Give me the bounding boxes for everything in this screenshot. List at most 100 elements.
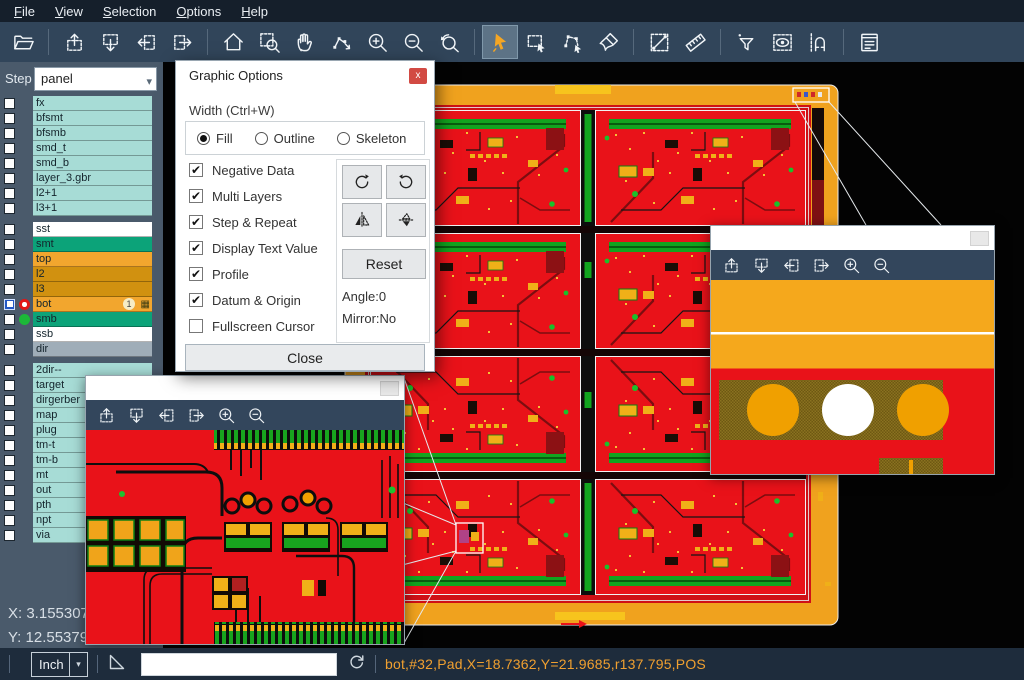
radio-fill[interactable]: Fill [197,131,233,146]
popup-zoom-view[interactable] [711,280,994,474]
command-input[interactable] [141,653,337,676]
layer-ssb[interactable]: ssb [33,327,152,342]
popup-button-zoom-out[interactable] [247,406,266,425]
layer-visibility-checkbox[interactable] [4,314,15,325]
popup-button-move-down[interactable] [752,256,771,275]
popup-button-zoom-out[interactable] [872,256,891,275]
refresh-icon[interactable] [347,652,366,676]
toolbar-button-snap[interactable] [801,26,835,58]
layer-visibility-checkbox[interactable] [4,515,15,526]
popup-button-move-down[interactable] [127,406,146,425]
radio-outline[interactable]: Outline [255,131,315,146]
layer-l3+1[interactable]: l3+1 [33,201,152,216]
layer-layer_3.gbr[interactable]: layer_3.gbr [33,171,152,186]
close-icon[interactable]: x [409,68,427,84]
layer-visibility-checkbox[interactable] [4,380,15,391]
layer-smb[interactable]: smb [33,312,152,327]
layer-visibility-checkbox[interactable] [4,344,15,355]
layer-visibility-checkbox[interactable] [4,365,15,376]
layer-top[interactable]: top [33,252,152,267]
popup-button-move-up[interactable] [722,256,741,275]
layer-visibility-checkbox[interactable] [4,113,15,124]
checkbox-display-text-value[interactable]: ✔Display Text Value [189,235,318,261]
toolbar-button-zoom-previous[interactable] [432,26,466,58]
layer-visibility-checkbox[interactable] [4,203,15,214]
toolbar-button-node-select[interactable] [555,26,589,58]
layer-visibility-checkbox[interactable] [4,143,15,154]
popup-menu-button[interactable] [380,381,399,396]
menu-options[interactable]: Options [166,3,231,20]
layer-l3[interactable]: l3 [33,282,152,297]
popup-button-move-right[interactable] [187,406,206,425]
toolbar-button-zoom-out[interactable] [396,26,430,58]
toolbar-button-select-cursor[interactable] [483,26,517,58]
toolbar-button-brush[interactable] [591,26,625,58]
layer-bfsmb[interactable]: bfsmb [33,126,152,141]
toolbar-button-rect-select[interactable] [519,26,553,58]
checkbox-icon[interactable]: ✔ [189,189,203,203]
layer-smd_t[interactable]: smd_t [33,141,152,156]
layer-visibility-checkbox[interactable] [4,470,15,481]
layer-visibility-checkbox[interactable] [4,485,15,496]
layer-visibility-checkbox[interactable] [4,128,15,139]
popup-title-bar[interactable] [86,376,404,400]
popup-title-bar[interactable] [711,226,994,250]
popup-button-move-left[interactable] [157,406,176,425]
layer-visibility-checkbox[interactable] [4,329,15,340]
layer-visibility-checkbox[interactable] [4,173,15,184]
toolbar-button-measure-distance[interactable] [642,26,676,58]
layer-l2+1[interactable]: l2+1 [33,186,152,201]
menu-help[interactable]: Help [231,3,278,20]
layer-bot[interactable]: bot1▦ [33,297,152,312]
popup-button-move-up[interactable] [97,406,116,425]
checkbox-multi-layers[interactable]: ✔Multi Layers [189,183,318,209]
toolbar-button-folder-open[interactable] [6,26,40,58]
checkbox-negative-data[interactable]: ✔Negative Data [189,157,318,183]
radio-skeleton[interactable]: Skeleton [337,131,407,146]
layer-visibility-checkbox[interactable] [4,395,15,406]
layer-visibility-checkbox[interactable] [4,158,15,169]
toolbar-button-move-left[interactable] [129,26,163,58]
popup-menu-button[interactable] [970,231,989,246]
layer-sst[interactable]: sst [33,222,152,237]
toolbar-button-ruler[interactable] [678,26,712,58]
snap-corner-icon[interactable] [107,652,127,677]
radio-icon[interactable] [197,132,210,145]
checkbox-fullscreen-cursor[interactable]: Fullscreen Cursor [189,313,318,339]
checkbox-icon[interactable]: ✔ [189,267,203,281]
checkbox-icon[interactable]: ✔ [189,163,203,177]
layer-fx[interactable]: fx [33,96,152,111]
popup-button-move-right[interactable] [812,256,831,275]
popup-zoom-view[interactable] [86,430,404,644]
radio-icon[interactable] [337,132,350,145]
toolbar-button-zoom-in[interactable] [360,26,394,58]
checkbox-icon[interactable]: ✔ [189,293,203,307]
checkbox-datum-origin[interactable]: ✔Datum & Origin [189,287,318,313]
toolbar-button-move-right[interactable] [165,26,199,58]
unit-select[interactable]: Inch ▾ [31,652,88,677]
layer-visibility-checkbox[interactable] [4,299,15,310]
layer-visibility-checkbox[interactable] [4,500,15,511]
reset-button[interactable]: Reset [342,249,426,279]
layer-dir[interactable]: dir [33,342,152,357]
layer-visibility-checkbox[interactable] [4,224,15,235]
layer-visibility-checkbox[interactable] [4,455,15,466]
toolbar-button-zoom-region[interactable] [252,26,286,58]
checkbox-icon[interactable]: ✔ [189,215,203,229]
checkbox-profile[interactable]: ✔Profile [189,261,318,287]
layer-visibility-checkbox[interactable] [4,239,15,250]
rotate-cw-button[interactable] [342,165,382,199]
toolbar-button-view-area[interactable] [765,26,799,58]
close-button[interactable]: Close [185,344,425,371]
checkbox-step-repeat[interactable]: ✔Step & Repeat [189,209,318,235]
layer-l2[interactable]: l2 [33,267,152,282]
toolbar-button-node-move[interactable] [324,26,358,58]
layer-smt[interactable]: smt [33,237,152,252]
layer-visibility-checkbox[interactable] [4,269,15,280]
menu-selection[interactable]: Selection [93,3,166,20]
layer-visibility-checkbox[interactable] [4,425,15,436]
checkbox-icon[interactable] [189,319,203,333]
flip-horizontal-button[interactable] [342,203,382,237]
popup-button-zoom-in[interactable] [842,256,861,275]
layer-visibility-checkbox[interactable] [4,530,15,541]
